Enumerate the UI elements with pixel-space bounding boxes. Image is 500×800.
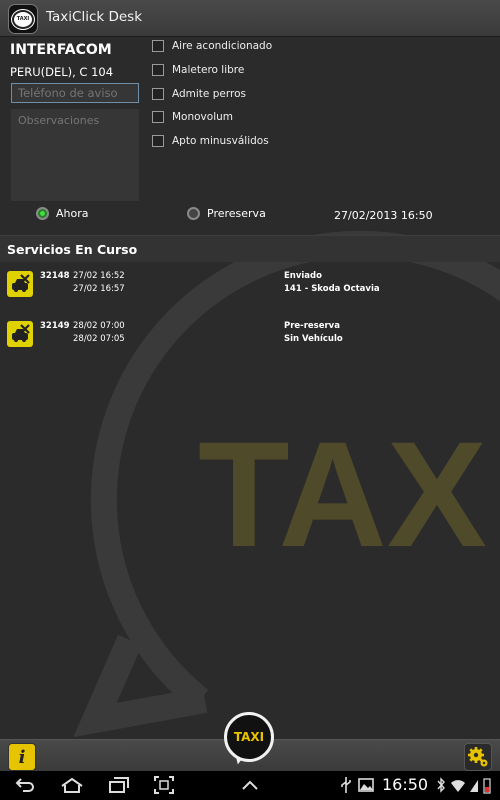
back-icon[interactable]	[14, 776, 36, 794]
checkbox[interactable]	[152, 40, 164, 52]
request-taxi-button[interactable]: TAXI	[224, 712, 274, 762]
service-status: Enviado	[284, 271, 322, 281]
app-title: TaxiClick Desk	[46, 9, 143, 25]
service-time-request: 28/02 07:00	[73, 321, 125, 331]
observations-field[interactable]	[11, 109, 139, 201]
usb-icon	[341, 777, 351, 793]
checkbox[interactable]	[152, 88, 164, 100]
radio-prebook-label: Prereserva	[207, 207, 266, 220]
wifi-icon	[451, 780, 465, 792]
service-time-pickup: 27/02 16:57	[73, 284, 125, 294]
checkbox[interactable]	[152, 111, 164, 123]
gallery-icon	[358, 778, 374, 792]
radio-selected-icon[interactable]	[36, 207, 49, 220]
services-header: Servicios En Curso	[0, 235, 500, 262]
radio-unselected-icon[interactable]	[187, 207, 200, 220]
taxi-car-icon	[7, 271, 33, 297]
service-status: Pre-reserva	[284, 321, 340, 331]
settings-button[interactable]	[464, 743, 492, 771]
watermark-text: TAX	[198, 410, 487, 578]
radio-now[interactable]: Ahora	[36, 207, 89, 220]
option-label: Admite perros	[172, 88, 246, 100]
option-label: Maletero libre	[172, 64, 245, 76]
phone-input[interactable]	[11, 83, 139, 103]
option-apto-minusvalidos[interactable]: Apto minusválidos	[152, 135, 269, 147]
option-label: Aire acondicionado	[172, 40, 273, 52]
service-vehicle: 141 - Skoda Octavia	[284, 284, 380, 294]
screenshot-icon[interactable]	[154, 776, 174, 794]
option-aire-acondicionado[interactable]: Aire acondicionado	[152, 40, 272, 52]
option-maletero-libre[interactable]: Maletero libre	[152, 64, 244, 76]
checkbox[interactable]	[152, 64, 164, 76]
app-logo-icon[interactable]: TAXI	[8, 4, 38, 34]
pickup-address: PERU(DEL), C 104	[10, 65, 114, 79]
bluetooth-icon	[437, 777, 445, 793]
services-title: Servicios En Curso	[7, 242, 138, 257]
service-time-request: 27/02 16:52	[73, 271, 125, 281]
company-name: INTERFACOM	[10, 42, 112, 58]
checkbox[interactable]	[152, 135, 164, 147]
signal-icon	[470, 780, 478, 792]
info-button[interactable]: i	[8, 743, 36, 771]
option-label: Monovolum	[172, 111, 234, 123]
recent-apps-icon[interactable]	[108, 776, 130, 794]
service-row[interactable]: 32149 28/02 07:00 28/02 07:05 Pre-reserv…	[0, 321, 500, 371]
option-monovolum[interactable]: Monovolum	[152, 111, 233, 123]
system-nav-bar: 16:50	[0, 771, 500, 800]
service-row[interactable]: 32148 27/02 16:52 27/02 16:57 Enviado 14…	[0, 271, 500, 321]
chevron-up-icon[interactable]	[240, 776, 260, 794]
radio-prebook[interactable]: Prereserva	[187, 207, 266, 220]
service-id: 32148	[40, 271, 70, 281]
service-time-pickup: 28/02 07:05	[73, 334, 125, 344]
service-vehicle: Sin Vehículo	[284, 334, 343, 344]
option-admite-perros[interactable]: Admite perros	[152, 88, 246, 100]
option-label: Apto minusválidos	[172, 135, 269, 147]
radio-now-label: Ahora	[56, 207, 89, 220]
title-bar: TAXI TaxiClick Desk	[0, 0, 500, 37]
booking-datetime[interactable]: 27/02/2013 16:50	[334, 209, 433, 222]
home-icon[interactable]	[60, 776, 84, 794]
taxi-car-icon	[7, 321, 33, 347]
service-id: 32149	[40, 321, 70, 331]
battery-icon	[483, 778, 491, 794]
system-clock: 16:50	[382, 775, 429, 794]
gear-icon	[468, 747, 488, 767]
